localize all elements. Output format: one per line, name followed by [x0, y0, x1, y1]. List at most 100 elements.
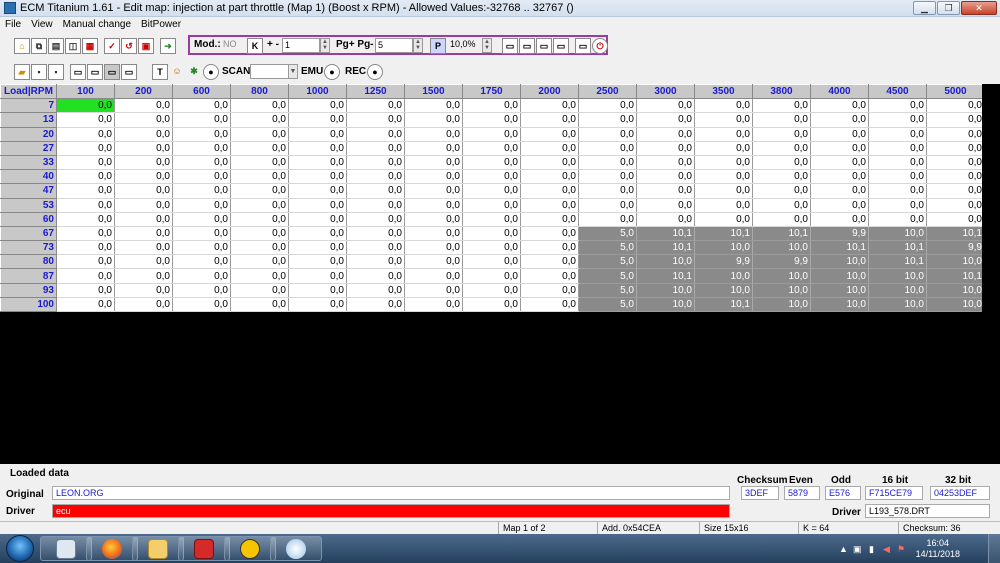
taskbar-explorer-window[interactable]	[40, 536, 92, 561]
map-cell[interactable]: 0,0	[346, 283, 405, 298]
map-cell[interactable]: 0,0	[810, 141, 869, 156]
map-cell[interactable]: 0,0	[56, 169, 115, 185]
taskbar-file-explorer[interactable]	[132, 536, 184, 561]
mode-c-icon[interactable]: ▭	[536, 38, 552, 54]
map-cell[interactable]: 0,0	[346, 226, 405, 242]
map-cell[interactable]: 0,0	[114, 240, 173, 256]
map-cell[interactable]: 0,0	[404, 127, 463, 142]
map-cell[interactable]: 0,0	[926, 198, 985, 213]
graph-icon[interactable]: ◫	[65, 38, 81, 54]
map-cell[interactable]: 0,0	[462, 240, 521, 256]
map-cell[interactable]: 0,0	[636, 155, 695, 171]
map-cell[interactable]: 10,0	[926, 254, 985, 270]
map-cell[interactable]: 0,0	[230, 141, 289, 156]
map-cell[interactable]: 0,0	[346, 141, 405, 156]
map-cell[interactable]: 0,0	[520, 212, 579, 227]
map-cell[interactable]: 0,0	[636, 127, 695, 142]
load-row-header[interactable]: 87	[0, 268, 57, 284]
map-cell[interactable]: 0,0	[404, 98, 463, 114]
map-cell[interactable]: 0,0	[56, 98, 115, 114]
map-cell[interactable]: 0,0	[230, 212, 289, 227]
map-cell[interactable]: 10,0	[868, 226, 927, 242]
menu-view[interactable]: View	[26, 19, 58, 30]
map-cell[interactable]: 0,0	[578, 112, 637, 128]
check-icon[interactable]: ✓	[104, 38, 120, 54]
map-cell[interactable]: 9,9	[810, 226, 869, 242]
map-cell[interactable]: 0,0	[520, 283, 579, 298]
map-cell[interactable]: 0,0	[868, 141, 927, 156]
map-cell[interactable]: 0,0	[56, 297, 115, 313]
map-cell[interactable]: 5,0	[578, 297, 637, 313]
map-cell[interactable]: 10,0	[636, 297, 695, 313]
map-cell[interactable]: 0,0	[636, 212, 695, 227]
map-cell[interactable]: 0,0	[172, 268, 231, 284]
view-a-icon[interactable]: ▭	[70, 64, 86, 80]
map-cell[interactable]: 0,0	[926, 112, 985, 128]
map-cell[interactable]: 0,0	[636, 112, 695, 128]
map-cell[interactable]: 0,0	[520, 297, 579, 313]
map-cell[interactable]: 0,0	[694, 183, 753, 199]
pg-spinner[interactable]: ▲ ▼	[413, 38, 423, 53]
map-cell[interactable]: 0,0	[404, 183, 463, 199]
percent-spinner[interactable]: ▲ ▼	[482, 38, 492, 53]
map-cell[interactable]: 10,1	[926, 268, 985, 284]
undo-icon[interactable]: ↺	[121, 38, 137, 54]
pg-input[interactable]: 5	[375, 38, 413, 53]
rpm-column-header[interactable]: 1500	[404, 83, 463, 100]
view-b-icon[interactable]: ▭	[87, 64, 103, 80]
start-button[interactable]	[6, 535, 34, 562]
map-cell[interactable]: 0,0	[172, 127, 231, 142]
map-cell[interactable]: 0,0	[578, 98, 637, 114]
map-cell[interactable]: 0,0	[230, 283, 289, 298]
map-cell[interactable]: 0,0	[868, 198, 927, 213]
map-cell[interactable]: 0,0	[56, 226, 115, 242]
taskbar-paint[interactable]	[270, 536, 322, 561]
map-cell[interactable]: 0,0	[404, 169, 463, 185]
map-cell[interactable]: 0,0	[114, 169, 173, 185]
map-cell[interactable]: 0,0	[578, 198, 637, 213]
map-cell[interactable]: 10,0	[694, 268, 753, 284]
network-icon[interactable]: ▣	[853, 544, 862, 555]
map-cell[interactable]: 10,0	[636, 283, 695, 298]
map-cell[interactable]: 0,0	[462, 268, 521, 284]
chevron-down-icon[interactable]: ▼	[288, 64, 298, 79]
map-cell[interactable]: 0,0	[694, 98, 753, 114]
map-cell[interactable]: 0,0	[346, 169, 405, 185]
map-cell[interactable]: 10,0	[752, 297, 811, 313]
map-cell[interactable]: 0,0	[752, 98, 811, 114]
map-cell[interactable]: 0,0	[462, 183, 521, 199]
runner-icon[interactable]: ✱	[186, 64, 202, 80]
mode-d-icon[interactable]: ▭	[553, 38, 569, 54]
load-row-header[interactable]: 60	[0, 211, 57, 227]
map-cell[interactable]: 5,0	[578, 283, 637, 298]
tray-arrow-icon[interactable]: ▲	[839, 544, 848, 554]
map-cell[interactable]: 0,0	[810, 212, 869, 227]
map-cell[interactable]: 0,0	[462, 283, 521, 298]
map-cell[interactable]: 0,0	[172, 155, 231, 171]
map-cell[interactable]: 10,0	[868, 268, 927, 284]
rpm-column-header[interactable]: 4000	[810, 83, 869, 100]
map-cell[interactable]: 0,0	[288, 240, 347, 256]
map-cell[interactable]: 0,0	[810, 112, 869, 128]
map-cell[interactable]: 0,0	[404, 268, 463, 284]
map-cell[interactable]: 0,0	[288, 268, 347, 284]
map-cell[interactable]: 0,0	[868, 183, 927, 199]
signal-icon[interactable]: ▮	[869, 544, 874, 555]
map-cell[interactable]: 10,1	[694, 297, 753, 313]
map-cell[interactable]: 0,0	[56, 112, 115, 128]
rpm-column-header[interactable]: 1000	[288, 83, 347, 100]
map-cell[interactable]: 0,0	[172, 169, 231, 185]
show-desktop-button[interactable]	[988, 534, 1000, 563]
map-cell[interactable]: 0,0	[810, 169, 869, 185]
map-cell[interactable]: 0,0	[288, 98, 347, 114]
map-cell[interactable]: 0,0	[230, 112, 289, 128]
map-cell[interactable]: 10,1	[810, 240, 869, 256]
map-cell[interactable]: 0,0	[172, 254, 231, 270]
map-cell[interactable]: 0,0	[926, 183, 985, 199]
map-cell[interactable]: 0,0	[404, 240, 463, 256]
map-cell[interactable]: 0,0	[114, 155, 173, 171]
map-cell[interactable]: 0,0	[346, 112, 405, 128]
volume-muted-icon[interactable]: ◀	[883, 544, 890, 555]
map-cell[interactable]: 0,0	[56, 254, 115, 270]
map-cell[interactable]: 0,0	[172, 283, 231, 298]
